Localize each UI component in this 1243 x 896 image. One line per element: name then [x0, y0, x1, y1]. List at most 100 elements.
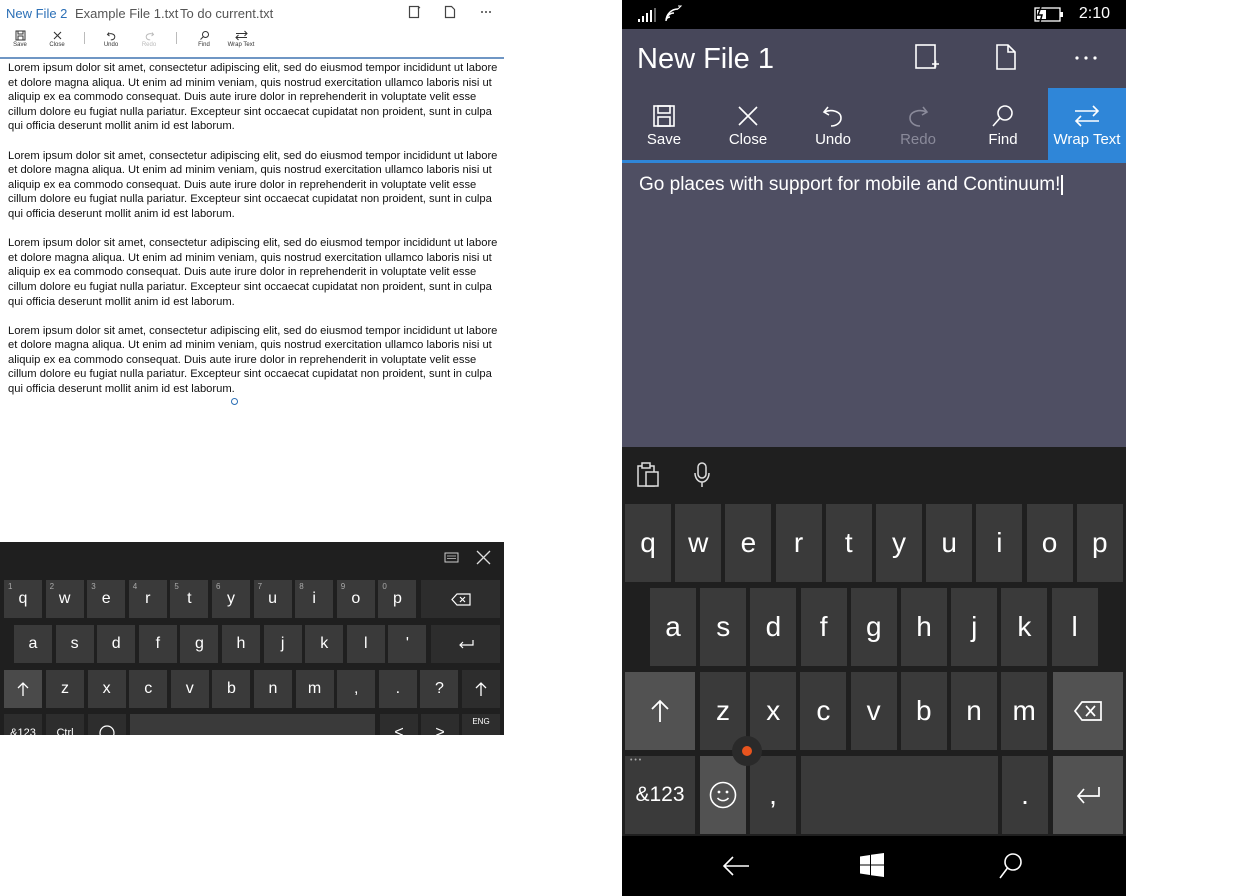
key-h[interactable]: h: [901, 588, 947, 666]
emoji-key[interactable]: [700, 756, 746, 834]
cursor-drag-handle[interactable]: [732, 736, 762, 766]
key-e[interactable]: e: [725, 504, 772, 582]
key-a[interactable]: a: [14, 625, 52, 663]
tab-to-do-current[interactable]: To do current.txt: [180, 6, 273, 21]
tab-example-file[interactable]: Example File 1.txt: [75, 6, 178, 21]
key-m[interactable]: m: [295, 670, 334, 708]
key-u[interactable]: u: [926, 504, 973, 582]
caret-handle[interactable]: [231, 398, 238, 405]
key-a[interactable]: a: [650, 588, 696, 666]
search-icon[interactable]: [998, 852, 1024, 880]
key-y[interactable]: y6: [212, 580, 250, 618]
windows-icon[interactable]: [860, 853, 884, 877]
key-k[interactable]: k: [305, 625, 344, 663]
find-button[interactable]: Find: [963, 88, 1043, 160]
key-y[interactable]: y: [876, 504, 922, 582]
key-comma[interactable]: ,: [750, 756, 796, 834]
key-o[interactable]: o: [1026, 504, 1073, 582]
back-icon[interactable]: [722, 855, 750, 877]
find-button[interactable]: Find: [184, 30, 224, 48]
enter-key[interactable]: [431, 625, 500, 663]
key-d[interactable]: d: [97, 625, 136, 663]
key-e[interactable]: e3: [87, 580, 126, 618]
shift-key[interactable]: [4, 670, 42, 708]
key-question[interactable]: ?: [420, 670, 459, 708]
ctrl-key[interactable]: Ctrl: [46, 714, 84, 735]
key-k[interactable]: k: [1001, 588, 1048, 666]
save-button[interactable]: Save: [624, 88, 704, 160]
key-s[interactable]: s: [700, 588, 747, 666]
key-v[interactable]: v: [850, 672, 897, 750]
key-apostrophe[interactable]: ': [388, 625, 427, 663]
key-o[interactable]: o9: [336, 580, 375, 618]
key-f[interactable]: f: [800, 588, 847, 666]
new-file-icon[interactable]: [995, 43, 1017, 71]
key-period[interactable]: .: [378, 670, 417, 708]
key-p[interactable]: p0: [378, 580, 417, 618]
microphone-icon[interactable]: [694, 461, 710, 489]
key-b[interactable]: b: [900, 672, 947, 750]
wrap-text-button[interactable]: Wrap Text: [1048, 88, 1126, 160]
more-icon[interactable]: [1075, 56, 1097, 60]
redo-button[interactable]: Redo: [878, 88, 958, 160]
key-j[interactable]: j: [951, 588, 998, 666]
tab-new-file-2[interactable]: New File 2: [6, 6, 67, 21]
enter-key[interactable]: [1053, 756, 1123, 834]
close-button[interactable]: Close: [708, 88, 788, 160]
key-u[interactable]: u7: [253, 580, 292, 618]
key-i[interactable]: i: [976, 504, 1023, 582]
right-arrow-key[interactable]: >: [421, 714, 459, 735]
key-comma[interactable]: ,: [337, 670, 376, 708]
undo-button[interactable]: Undo: [91, 30, 131, 48]
key-w[interactable]: w: [675, 504, 722, 582]
key-g[interactable]: g: [850, 588, 897, 666]
clipboard-icon[interactable]: [636, 462, 660, 488]
key-l[interactable]: l: [346, 625, 385, 663]
key-t[interactable]: t: [825, 504, 872, 582]
new-file-icon[interactable]: [444, 5, 456, 19]
key-t[interactable]: t5: [170, 580, 209, 618]
shift-key[interactable]: [625, 672, 695, 750]
key-r[interactable]: r4: [128, 580, 167, 618]
key-z[interactable]: z: [46, 670, 84, 708]
key-c[interactable]: c: [800, 672, 847, 750]
key-v[interactable]: v: [170, 670, 209, 708]
more-icon[interactable]: [480, 10, 492, 14]
key-s[interactable]: s: [55, 625, 94, 663]
emoji-key[interactable]: [88, 714, 126, 735]
undo-button[interactable]: Undo: [793, 88, 873, 160]
symbols-key[interactable]: &123: [4, 714, 42, 735]
key-g[interactable]: g: [180, 625, 219, 663]
wrap-text-button[interactable]: Wrap Text: [221, 30, 261, 48]
key-n[interactable]: n: [951, 672, 997, 750]
key-period[interactable]: .: [1002, 756, 1048, 834]
space-key[interactable]: [130, 714, 375, 735]
key-l[interactable]: l: [1051, 588, 1098, 666]
tablet-mode-icon[interactable]: [408, 5, 421, 19]
text-editor[interactable]: Go places with support for mobile and Co…: [622, 163, 1126, 447]
key-n[interactable]: n: [254, 670, 292, 708]
key-h[interactable]: h: [222, 625, 260, 663]
key-p[interactable]: p: [1076, 504, 1123, 582]
space-key[interactable]: [801, 756, 998, 834]
redo-button[interactable]: Redo: [129, 30, 169, 48]
key-b[interactable]: b: [212, 670, 251, 708]
key-x[interactable]: x: [87, 670, 126, 708]
key-j[interactable]: j: [263, 625, 302, 663]
backspace-key[interactable]: [1053, 672, 1123, 750]
key-d[interactable]: d: [750, 588, 797, 666]
key-w[interactable]: w2: [45, 580, 84, 618]
save-button[interactable]: Save: [0, 30, 40, 48]
key-q[interactable]: q: [625, 504, 671, 582]
language-key[interactable]: ENG: [462, 714, 500, 735]
key-c[interactable]: c: [129, 670, 168, 708]
backspace-key[interactable]: [421, 580, 500, 618]
key-x[interactable]: x: [750, 672, 797, 750]
document-text-area[interactable]: Lorem ipsum dolor sit amet, consectetur …: [8, 61, 498, 411]
shift-key[interactable]: [462, 670, 500, 708]
close-button[interactable]: Close: [37, 30, 77, 48]
tablet-mode-icon[interactable]: [914, 43, 940, 71]
key-i[interactable]: i8: [295, 580, 334, 618]
key-q[interactable]: q1: [4, 580, 42, 618]
keyboard-icon[interactable]: [444, 552, 459, 563]
